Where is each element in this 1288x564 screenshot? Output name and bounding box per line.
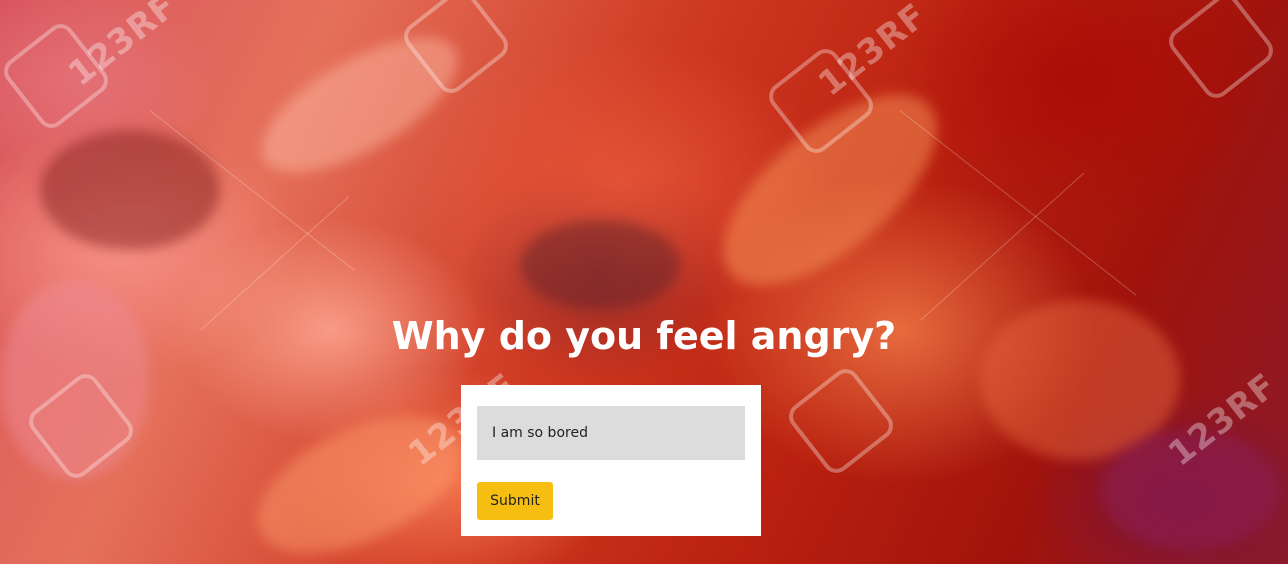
watermark-logo-icon [1163, 0, 1279, 104]
watermark-logo-icon [783, 363, 899, 479]
background-swirl [40, 130, 220, 250]
background-swirl [520, 220, 680, 310]
watermark-line [899, 110, 1137, 296]
answer-card: I am so bored Submit [461, 385, 761, 536]
submit-button[interactable]: Submit [477, 482, 553, 520]
watermark-line [920, 172, 1085, 321]
feeling-input[interactable]: I am so bored [477, 406, 745, 460]
watermark-text: 123RF [60, 0, 185, 95]
page-title: Why do you feel angry? [391, 314, 897, 358]
